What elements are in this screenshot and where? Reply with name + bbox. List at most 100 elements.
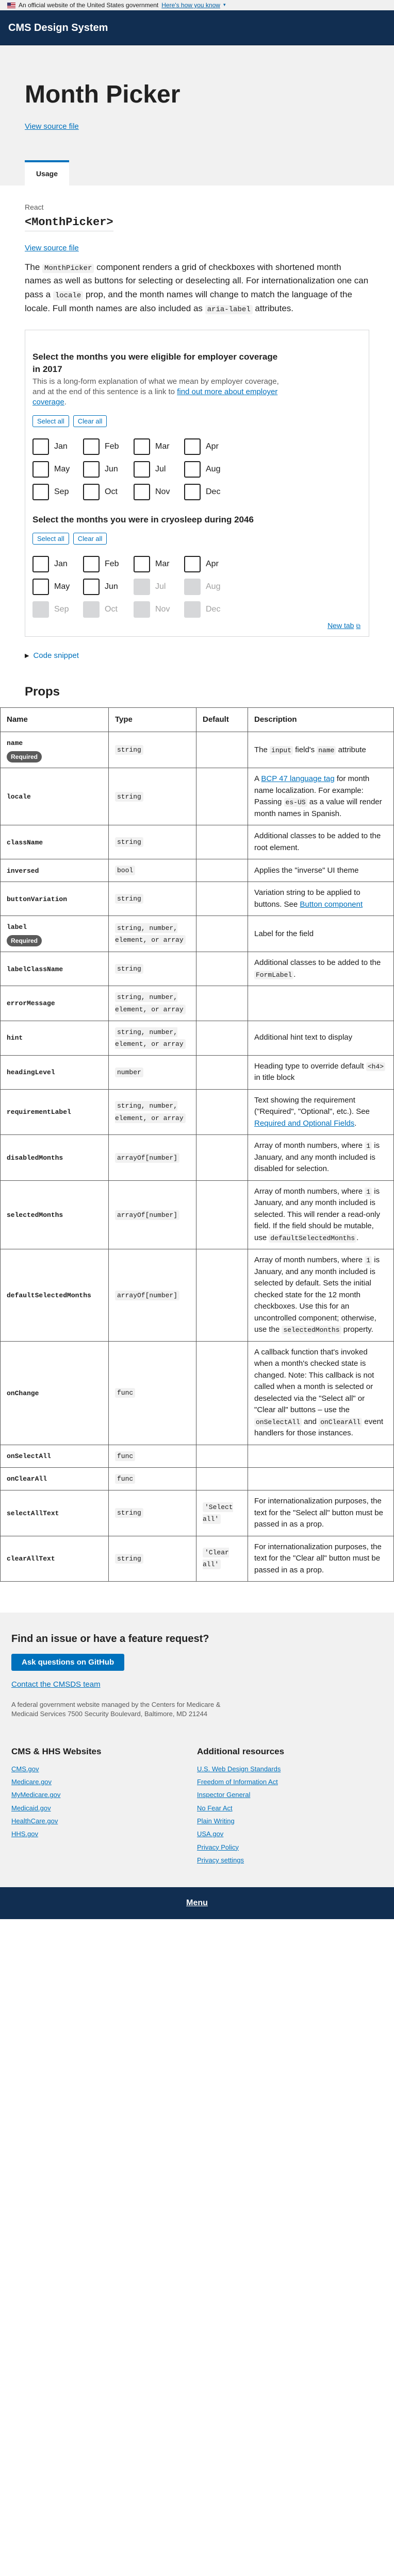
checkbox[interactable] <box>134 438 150 455</box>
month-label: Apr <box>206 442 219 451</box>
prop-type-cell: string <box>108 732 196 769</box>
prop-default-cell <box>196 986 248 1021</box>
month-checkbox-nov[interactable]: Nov <box>134 483 184 500</box>
footer-link[interactable]: Freedom of Information Act <box>197 1775 352 1788</box>
new-tab-link[interactable]: New tab ⧉ <box>327 620 360 631</box>
inline-code: onClearAll <box>319 1417 363 1427</box>
view-source-link[interactable]: View source file <box>25 121 369 133</box>
table-row: name Required string The input field's name… <box>0 732 394 769</box>
month-label: Mar <box>155 560 170 569</box>
checkbox[interactable] <box>184 438 201 455</box>
month-checkbox-feb[interactable]: Feb <box>83 556 134 573</box>
footer-link[interactable]: HealthCare.gov <box>11 1815 166 1827</box>
footer-link[interactable]: U.S. Web Design Standards <box>197 1762 352 1775</box>
prop-default-cell <box>196 1444 248 1468</box>
menu-button[interactable]: Menu <box>0 1887 394 1920</box>
prop-description-cell: Additional classes to be added to the Fo… <box>248 952 394 987</box>
month-checkbox-oct: Oct <box>83 601 134 618</box>
checkbox[interactable] <box>83 438 100 455</box>
text-segment: Label for the field <box>254 929 314 938</box>
month-picker-label: Select the months you were in cryosleep … <box>32 514 254 524</box>
prop-description-cell: A callback function that's invoked when … <box>248 1341 394 1445</box>
month-grid: Jan Feb Mar Apr May Jun Jul Aug Sep Oct Nov Dec <box>32 438 362 500</box>
footer-link[interactable]: CMS.gov <box>11 1762 166 1775</box>
checkbox[interactable] <box>134 461 150 478</box>
checkbox[interactable] <box>32 438 49 455</box>
month-checkbox-mar[interactable]: Mar <box>134 438 184 455</box>
chevron-down-icon[interactable]: ▾ <box>223 2 226 9</box>
month-checkbox-dec[interactable]: Dec <box>184 483 235 500</box>
checkbox[interactable] <box>184 556 201 573</box>
checkbox <box>134 579 150 596</box>
prop-type-cell: string, number, element, or array <box>108 1089 196 1136</box>
checkbox[interactable] <box>32 461 49 478</box>
select-all-button[interactable]: Select all <box>32 415 69 427</box>
footer-link[interactable]: Inspector General <box>197 1788 352 1801</box>
clear-all-button[interactable]: Clear all <box>73 533 107 545</box>
checkbox[interactable] <box>83 461 100 478</box>
inline-code: defaultSelectedMonths <box>269 1233 357 1243</box>
required-badge: Required <box>7 935 42 946</box>
component-view-source-link[interactable]: View source file <box>25 243 369 255</box>
checkbox[interactable] <box>83 579 100 596</box>
hint-end: . <box>64 398 67 407</box>
checkbox[interactable] <box>32 483 49 500</box>
checkbox[interactable] <box>32 579 49 596</box>
footer-link[interactable]: Privacy settings <box>197 1854 352 1867</box>
month-checkbox-apr[interactable]: Apr <box>184 556 235 573</box>
contact-team-link[interactable]: Contact the CMSDS team <box>11 1679 383 1691</box>
checkbox[interactable] <box>184 483 201 500</box>
description-link[interactable]: Required and Optional Fields <box>254 1119 354 1128</box>
footer-link[interactable]: HHS.gov <box>11 1827 166 1840</box>
footer-link[interactable]: Privacy Policy <box>197 1841 352 1854</box>
banner-how-link[interactable]: Here's how you know <box>161 1 220 10</box>
month-checkbox-jun[interactable]: Jun <box>83 461 134 478</box>
description-link[interactable]: Button component <box>300 900 363 909</box>
month-checkbox-may[interactable]: May <box>32 579 83 596</box>
code-snippet-toggle[interactable]: ▶ Code snippet <box>25 650 369 662</box>
prop-name-cell: selectedMonths <box>0 1180 109 1250</box>
footer-link[interactable]: Medicaid.gov <box>11 1802 166 1815</box>
month-checkbox-apr[interactable]: Apr <box>184 438 235 455</box>
month-checkbox-jan[interactable]: Jan <box>32 556 83 573</box>
month-checkbox-oct[interactable]: Oct <box>83 483 134 500</box>
select-all-button[interactable]: Select all <box>32 533 69 545</box>
github-button[interactable]: Ask questions on GitHub <box>11 1654 125 1671</box>
footer-link[interactable]: Plain Writing <box>197 1815 352 1827</box>
month-checkbox-may[interactable]: May <box>32 461 83 478</box>
month-checkbox-sep[interactable]: Sep <box>32 483 83 500</box>
caret-right-icon: ▶ <box>25 653 29 659</box>
month-checkbox-jan[interactable]: Jan <box>32 438 83 455</box>
prop-name: locale <box>7 793 31 801</box>
checkbox[interactable] <box>134 483 150 500</box>
table-row: label Required string, number, element, or… <box>0 916 394 953</box>
checkbox[interactable] <box>83 556 100 573</box>
checkbox[interactable] <box>83 483 100 500</box>
month-label: Sep <box>54 487 69 496</box>
footer-link[interactable]: USA.gov <box>197 1827 352 1840</box>
month-checkbox-mar[interactable]: Mar <box>134 556 184 573</box>
inline-code: es-US <box>284 798 307 807</box>
us-flag-icon <box>7 2 15 8</box>
footer-link[interactable]: MyMedicare.gov <box>11 1788 166 1801</box>
tab-usage[interactable]: Usage <box>25 160 70 186</box>
footer-link[interactable]: No Fear Act <box>197 1802 352 1815</box>
checkbox[interactable] <box>184 461 201 478</box>
description-link[interactable]: BCP 47 language tag <box>261 774 334 783</box>
checkbox[interactable] <box>32 556 49 573</box>
prop-type: string <box>115 894 143 904</box>
site-title-link[interactable]: CMS Design System <box>8 20 108 36</box>
footer-link[interactable]: Medicare.gov <box>11 1775 166 1788</box>
prop-default-cell: 'Clear all' <box>196 1535 248 1582</box>
clear-all-button[interactable]: Clear all <box>73 415 107 427</box>
month-checkbox-feb[interactable]: Feb <box>83 438 134 455</box>
month-checkbox-nov: Nov <box>134 601 184 618</box>
checkbox[interactable] <box>134 556 150 573</box>
month-checkbox-jul[interactable]: Jul <box>134 461 184 478</box>
prop-name-cell: disabledMonths <box>0 1134 109 1181</box>
main-content: React <MonthPicker> View source file The… <box>0 185 394 1582</box>
text-segment: . <box>356 1233 359 1242</box>
month-checkbox-aug[interactable]: Aug <box>184 461 235 478</box>
month-checkbox-jun[interactable]: Jun <box>83 579 134 596</box>
prop-name: onChange <box>7 1389 39 1397</box>
